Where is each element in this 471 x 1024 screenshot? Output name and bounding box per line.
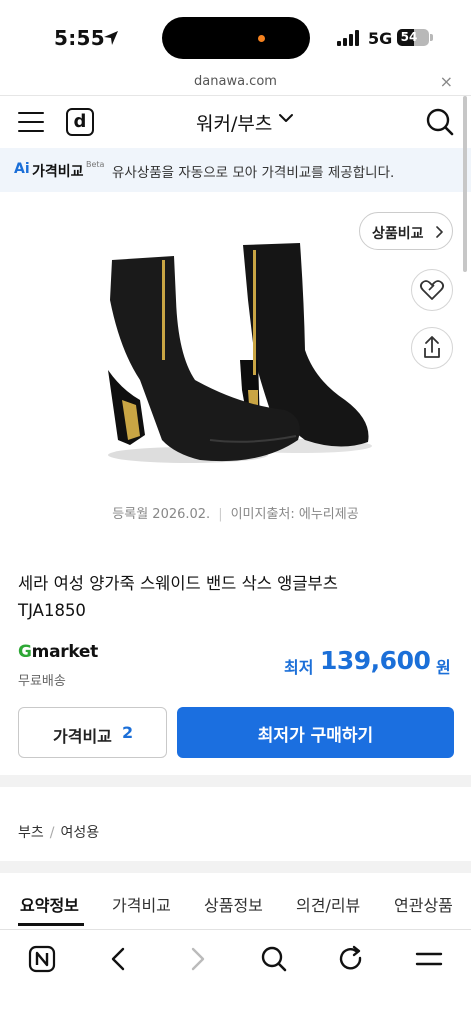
tab-price-compare[interactable]: 가격비교 <box>112 892 171 916</box>
status-bar: 5:55 5G 54 <box>0 0 471 68</box>
price-compare-count: 2 <box>122 723 134 742</box>
browser-toolbar <box>0 929 471 1024</box>
product-image[interactable] <box>100 240 375 470</box>
logo-letter: d <box>73 111 87 132</box>
dynamic-island <box>162 17 310 59</box>
recording-indicator-icon <box>258 35 265 42</box>
breadcrumb-item-womens[interactable]: 여성용 <box>60 825 99 841</box>
buy-lowest-label: 최저가 구매하기 <box>257 726 374 746</box>
location-arrow-icon <box>104 31 118 45</box>
tab-reviews[interactable]: 의견/리뷰 <box>296 892 360 916</box>
registration-info: 등록월 2026.02. | 이미지출처: 에누리제공 <box>0 503 471 522</box>
hamburger-icon[interactable] <box>18 112 44 132</box>
info-separator: | <box>218 507 223 522</box>
share-icon <box>424 336 440 358</box>
beta-label: Beta <box>86 160 105 169</box>
forward-icon <box>191 947 205 971</box>
price-unit: 원 <box>436 658 451 677</box>
section-divider <box>0 775 471 787</box>
tab-product-info[interactable]: 상품정보 <box>204 892 263 916</box>
lowest-price: 139,600 <box>320 646 431 675</box>
cellular-signal-icon <box>337 30 359 46</box>
heart-icon <box>419 280 445 300</box>
battery-percent: 54 <box>400 30 418 44</box>
page-scrollbar[interactable] <box>463 96 467 272</box>
naver-n-icon[interactable] <box>27 944 57 974</box>
wish-button[interactable] <box>411 269 453 311</box>
chevron-down-icon[interactable] <box>278 112 294 124</box>
tab-related[interactable]: 연관상품 <box>394 892 453 916</box>
network-type: 5G <box>368 29 393 48</box>
danawa-logo[interactable]: d <box>66 108 94 136</box>
product-model-number: TJA1850 <box>18 601 86 620</box>
active-tab-indicator <box>18 923 84 926</box>
image-source: 이미지출처: 에누리제공 <box>230 507 359 522</box>
menu-icon[interactable] <box>414 944 444 974</box>
search-icon[interactable] <box>425 107 455 137</box>
breadcrumb: 부츠 / 여성용 <box>18 822 99 842</box>
battery-cap <box>430 34 433 41</box>
ai-badge: Ai <box>14 161 30 177</box>
seller-logo-gmarket[interactable]: Gmarket <box>18 642 98 662</box>
close-icon[interactable]: × <box>440 72 453 91</box>
tab-summary[interactable]: 요약정보 <box>20 892 79 916</box>
search-icon[interactable] <box>259 944 289 974</box>
category-selector[interactable]: 워커/부츠 <box>196 109 272 136</box>
product-title: 세라 여성 양가죽 스웨이드 밴드 삭스 앵글부츠 TJA1850 <box>18 570 448 624</box>
breadcrumb-item-boots[interactable]: 부츠 <box>18 825 44 841</box>
ai-banner-description: 유사상품을 자동으로 모아 가격비교를 제공합니다. <box>112 165 395 181</box>
breadcrumb-separator: / <box>49 825 55 841</box>
section-divider <box>0 861 471 873</box>
clock: 5:55 <box>54 26 105 50</box>
detail-tabs: 요약정보 가격비교 상품정보 의견/리뷰 연관상품 <box>0 873 471 929</box>
product-title-line1: 세라 여성 양가죽 스웨이드 밴드 삭스 앵글부츠 <box>18 574 338 593</box>
chevron-right-icon <box>436 226 443 238</box>
battery-icon: 54 <box>397 29 429 46</box>
product-compare-label: 상품비교 <box>372 226 424 242</box>
url-bar[interactable]: danawa.com × <box>0 68 471 96</box>
gmarket-rest: market <box>31 642 99 662</box>
price-compare-button[interactable]: 가격비교 2 <box>18 707 167 758</box>
delivery-info: 무료배송 <box>18 674 66 689</box>
reload-icon[interactable] <box>336 944 366 974</box>
gmarket-g: G <box>18 642 32 662</box>
price-compare-label: 가격비교 <box>53 727 112 746</box>
url-text[interactable]: danawa.com <box>0 74 471 89</box>
back-icon[interactable] <box>104 944 134 974</box>
registration-month: 등록월 2026.02. <box>112 507 211 522</box>
buy-lowest-button[interactable]: 최저가 구매하기 <box>177 707 454 758</box>
site-header: d 워커/부츠 <box>0 96 471 148</box>
ai-price-compare-banner[interactable]: Ai 가격비교 Beta 유사상품을 자동으로 모아 가격비교를 제공합니다. <box>0 148 471 192</box>
ai-banner-title: 가격비교 <box>32 164 84 180</box>
lowest-price-label: 최저 <box>284 658 314 677</box>
share-button[interactable] <box>411 327 453 369</box>
